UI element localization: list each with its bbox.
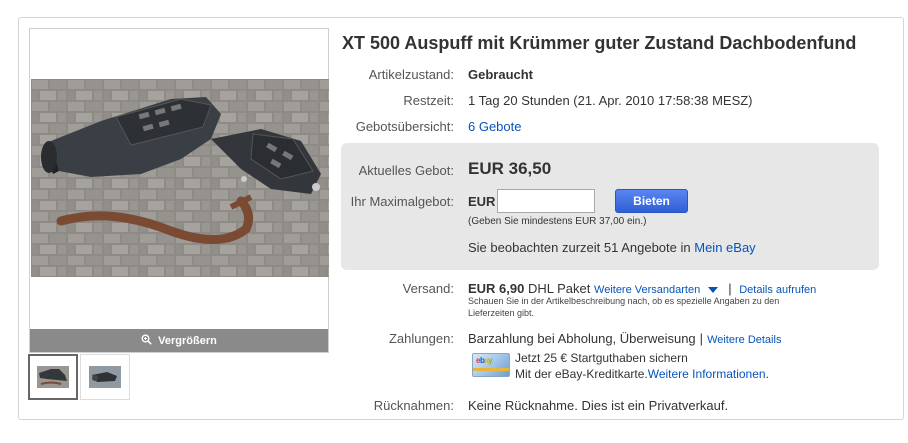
shipping-method: DHL Paket [528, 281, 591, 296]
returns-label: Rücknahmen: [373, 398, 454, 413]
condition-value: Gebraucht [468, 67, 534, 82]
returns-value: Keine Rücknahme. Dies ist ein Privatverk… [468, 398, 729, 413]
promo-line-1: Jetzt 25 € Startguthaben sichern [515, 351, 688, 365]
max-bid-label: Ihr Maximalgebot: [350, 194, 454, 209]
max-bid-input[interactable] [497, 189, 595, 213]
payment-row: Barzahlung bei Abholung, Überweisung | Wei… [468, 331, 782, 346]
shipping-details-link[interactable]: Details aufrufen [739, 284, 816, 296]
shipping-label: Versand: [402, 281, 454, 296]
watching-info: Sie beobachten zurzeit 51 Angebote in Me… [468, 240, 756, 255]
current-bid-value: EUR 36,50 [468, 159, 552, 178]
payment-details-link[interactable]: Weitere Details [707, 334, 781, 346]
condition-label: Artikelzustand: [368, 67, 454, 82]
item-title: XT 500 Auspuff mit Krümmer guter Zustand… [342, 33, 857, 53]
magnifier-icon [141, 334, 152, 348]
min-bid-hint: (Geben Sie mindestens EUR 37,00 ein.) [468, 216, 647, 227]
thumbnail-1[interactable] [28, 354, 78, 400]
shipping-row: EUR 6,90 DHL Paket Weitere Versandarten |… [468, 281, 817, 296]
time-left-label: Restzeit: [403, 93, 454, 108]
promo-line-2: Mit der eBay-Kreditkarte.Weitere Informa… [515, 367, 769, 381]
thumbnail-2[interactable] [80, 354, 130, 400]
payment-label: Zahlungen: [388, 331, 454, 346]
more-shipping-link[interactable]: Weitere Versandarten [594, 284, 700, 296]
my-ebay-link[interactable]: Mein eBay [694, 240, 755, 255]
zoom-label: Vergrößern [158, 334, 217, 347]
current-bid-label: Aktuelles Gebot: [358, 163, 454, 178]
bid-button[interactable]: Bieten [615, 189, 688, 213]
bid-history-link[interactable]: 6 Gebote [468, 119, 522, 134]
shipping-note-2: Lieferzeiten gibt. [468, 308, 535, 318]
shipping-price: EUR 6,90 [468, 281, 525, 296]
chevron-down-icon[interactable] [708, 286, 719, 293]
bid-history-label: Gebotsübersicht: [355, 119, 454, 134]
image-viewer: Vergrößern [29, 28, 329, 353]
currency-label: EUR [468, 194, 496, 209]
time-left-value: 1 Tag 20 Stunden (21. Apr. 2010 17:58:38… [468, 93, 753, 108]
credit-card-icon[interactable]: ebay [472, 353, 510, 377]
zoom-button[interactable]: Vergrößern [30, 329, 328, 352]
promo-text: Mit der eBay-Kreditkarte. [515, 367, 648, 381]
promo-suffix: . [765, 367, 769, 381]
main-product-photo[interactable] [31, 79, 329, 277]
shipping-note-1: Schauen Sie in der Artikelbeschreibung n… [468, 296, 780, 306]
payment-methods: Barzahlung bei Abholung, Überweisung [468, 331, 696, 346]
watching-text: Sie beobachten zurzeit 51 Angebote in [468, 240, 691, 255]
promo-info-link[interactable]: Weitere Informationen [648, 367, 766, 381]
